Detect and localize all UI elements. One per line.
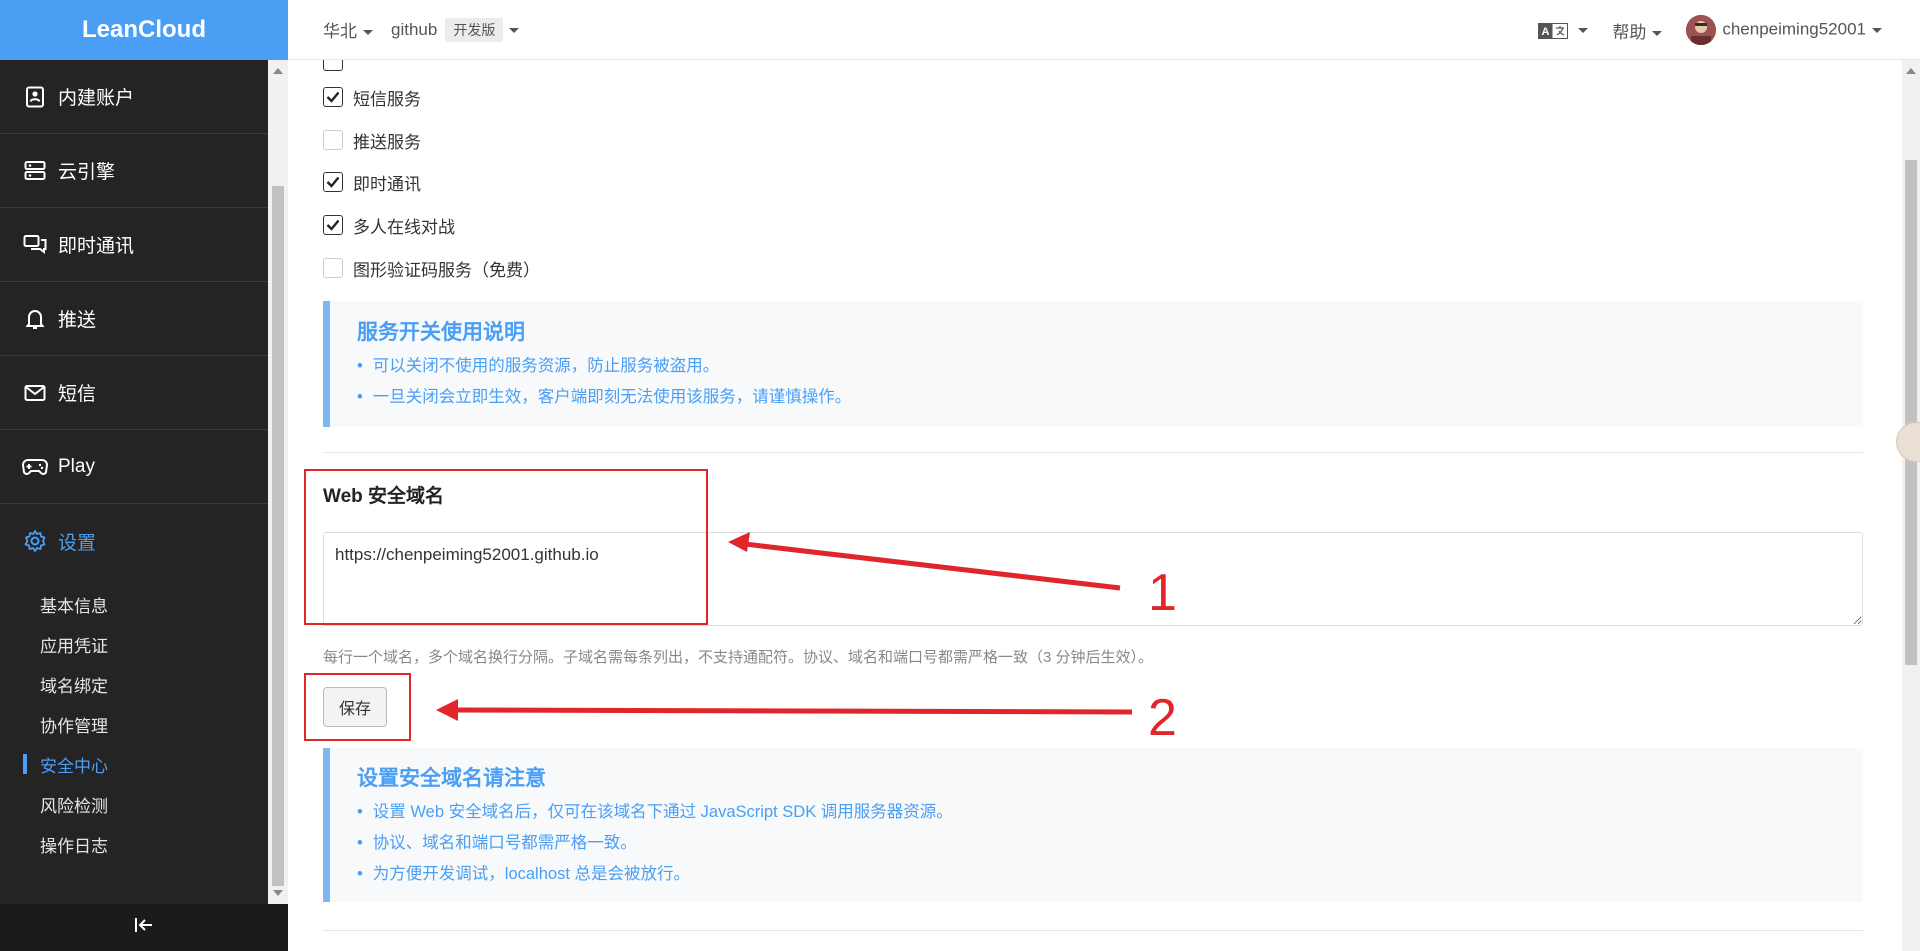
submenu-risk-detection[interactable]: 风险检测 — [0, 784, 268, 824]
submenu-operation-log[interactable]: 操作日志 — [0, 824, 268, 864]
checkbox[interactable] — [323, 172, 343, 192]
submenu-app-keys[interactable]: 应用凭证 — [0, 624, 268, 664]
note-title: 服务开关使用说明 — [357, 321, 525, 344]
region-selector[interactable]: 华北 — [323, 17, 373, 42]
checkbox[interactable] — [323, 87, 343, 107]
service-toggle-clipped[interactable] — [323, 60, 353, 76]
checkbox[interactable] — [323, 60, 343, 71]
check-icon — [326, 219, 340, 231]
server-icon — [22, 158, 48, 184]
divider — [323, 452, 1863, 453]
settings-submenu: 基本信息 应用凭证 域名绑定 协作管理 安全中心 风险检测 操作日志 — [0, 578, 268, 864]
caret-down-icon — [1872, 27, 1882, 33]
scrollbar-thumb[interactable] — [272, 186, 284, 886]
checkbox[interactable] — [323, 215, 343, 235]
sidebar-scrollbar[interactable] — [268, 60, 288, 904]
scroll-up-arrow-icon[interactable] — [1906, 68, 1916, 74]
service-toggle-im[interactable]: 即时通讯 — [323, 167, 421, 197]
gear-icon — [22, 528, 48, 554]
submenu-collaborators[interactable]: 协作管理 — [0, 704, 268, 744]
collapse-left-icon — [134, 917, 154, 938]
service-label: 多人在线对战 — [353, 217, 455, 237]
sidebar-item-label: Play — [58, 455, 95, 477]
service-label: 即时通讯 — [353, 174, 421, 194]
scrollbar-thumb[interactable] — [1905, 160, 1917, 665]
plan-badge: 开发版 — [445, 17, 504, 42]
scroll-down-arrow-icon[interactable] — [273, 890, 283, 896]
web-domain-help: 每行一个域名，多个域名换行分隔。子域名需每条列出，不支持通配符。协议、域名和端口… — [323, 649, 1154, 666]
checkbox[interactable] — [323, 130, 343, 150]
check-icon — [326, 176, 340, 188]
sidebar-nav: 内建账户 云引擎 即时通讯 推送 短信 Play 设置 基本信息 应用凭证 域名… — [0, 60, 268, 904]
collapse-sidebar-button[interactable] — [0, 904, 288, 951]
top-bar: 华北 github 开发版 A 帮助 chenpeiming52001 — [288, 0, 1920, 60]
save-button[interactable]: 保存 — [323, 687, 387, 727]
chat-icon — [22, 232, 48, 258]
note-title: 设置安全域名请注意 — [357, 767, 546, 790]
service-label: 短信服务 — [353, 89, 421, 109]
sidebar-item-label: 短信 — [58, 384, 97, 405]
help-menu[interactable]: 帮助 — [1612, 18, 1663, 43]
bell-icon — [22, 306, 48, 332]
app-selector[interactable]: github 开发版 — [391, 17, 520, 42]
service-label: 推送服务 — [353, 132, 421, 152]
sidebar-item-label: 设置 — [58, 532, 97, 554]
main-scrollbar[interactable] — [1902, 60, 1920, 951]
submenu-security-center[interactable]: 安全中心 — [0, 744, 268, 784]
envelope-icon — [22, 380, 48, 406]
sidebar-item-play[interactable]: Play — [0, 430, 268, 504]
service-label: 图形验证码服务（免费） — [353, 260, 540, 280]
sidebar-item-im[interactable]: 即时通讯 — [0, 208, 268, 282]
divider — [323, 930, 1863, 931]
sidebar-item-settings[interactable]: 设置 — [0, 504, 268, 578]
sidebar-item-label: 云引擎 — [58, 162, 116, 183]
sidebar-item-label: 推送 — [58, 310, 97, 331]
sidebar-item-push[interactable]: 推送 — [0, 282, 268, 356]
top-right-menu: A 帮助 chenpeiming52001 — [1537, 0, 1882, 60]
brand-logo[interactable]: LeanCloud — [0, 0, 288, 60]
domain-note: 设置安全域名请注意 设置 Web 安全域名后，仅可在该域名下通过 JavaScr… — [323, 748, 1863, 902]
sidebar: LeanCloud 内建账户 云引擎 即时通讯 推送 短信 Play 设置 基本… — [0, 0, 288, 951]
checkbox[interactable] — [323, 258, 343, 278]
sidebar-item-engine[interactable]: 云引擎 — [0, 134, 268, 208]
sidebar-item-label: 内建账户 — [58, 88, 135, 109]
language-selector[interactable]: A — [1537, 20, 1589, 40]
service-toggle-captcha[interactable]: 图形验证码服务（免费） — [323, 253, 540, 283]
sidebar-item-sms[interactable]: 短信 — [0, 356, 268, 430]
sidebar-item-label: 即时通讯 — [58, 236, 135, 257]
caret-down-icon — [509, 27, 520, 33]
service-toggle-play[interactable]: 多人在线对战 — [323, 210, 455, 240]
check-icon — [326, 91, 340, 103]
gamepad-icon — [22, 454, 48, 480]
caret-down-icon — [1652, 30, 1663, 36]
note-item: 协议、域名和端口号都需严格一致。 — [357, 828, 1863, 859]
service-toggle-push[interactable]: 推送服务 — [323, 125, 421, 155]
note-item: 一旦关闭会立即生效，客户端即刻无法使用该服务，请谨慎操作。 — [357, 382, 1863, 413]
submenu-domain-binding[interactable]: 域名绑定 — [0, 664, 268, 704]
note-item: 设置 Web 安全域名后，仅可在该域名下通过 JavaScript SDK 调用… — [357, 797, 1863, 828]
service-note: 服务开关使用说明 可以关闭不使用的服务资源，防止服务被盗用。 一旦关闭会立即生效… — [323, 301, 1863, 427]
main-content: 短信服务 推送服务 即时通讯 多人在线对战 图形验证码服务（免费） 服务开关使用… — [288, 60, 1902, 951]
note-item: 为方便开发调试，localhost 总是会被放行。 — [357, 859, 1863, 890]
caret-down-icon — [1578, 28, 1589, 34]
sidebar-item-users[interactable]: 内建账户 — [0, 60, 268, 134]
svg-text:A: A — [1541, 26, 1549, 38]
service-toggle-sms[interactable]: 短信服务 — [323, 82, 421, 112]
web-domain-label: Web 安全域名 — [323, 486, 445, 507]
web-domain-input[interactable]: https://chenpeiming52001.github.io — [323, 532, 1863, 626]
avatar — [1686, 15, 1717, 45]
scroll-up-arrow-icon[interactable] — [273, 68, 283, 74]
user-menu[interactable]: chenpeiming52001 — [1686, 15, 1882, 45]
id-card-icon — [22, 84, 48, 110]
submenu-basic-info[interactable]: 基本信息 — [0, 584, 268, 624]
translate-icon: A — [1537, 20, 1573, 39]
caret-down-icon — [363, 30, 373, 36]
note-item: 可以关闭不使用的服务资源，防止服务被盗用。 — [357, 351, 1863, 382]
